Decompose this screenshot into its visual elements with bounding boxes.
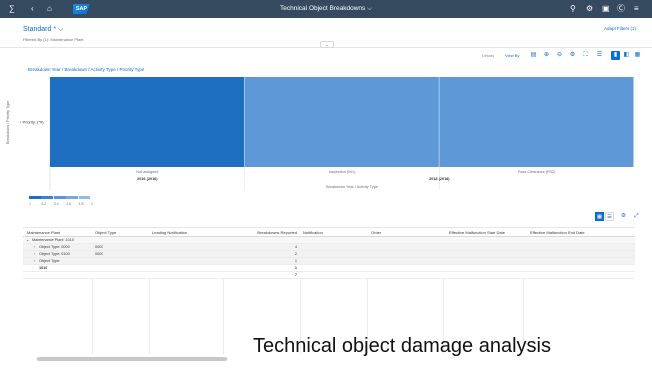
- col-malfunction-end[interactable]: Effective Malfunction End Date: [530, 228, 585, 237]
- adapt-filters-button[interactable]: Adapt Filters (1): [604, 26, 636, 31]
- menu-icon[interactable]: ≡: [634, 3, 639, 15]
- col-leading-notification[interactable]: Leading Notification: [152, 228, 187, 237]
- legend-swatch: [53, 196, 66, 199]
- subtotal-row: 1010 1: [23, 265, 635, 272]
- table-toolbar: ▦ ☰ ⚙ ⤢: [0, 210, 652, 222]
- table-row[interactable]: › Object Type: 0100 0000 2: [23, 251, 635, 258]
- legend-swatch: [78, 196, 91, 199]
- chart-toolbar: Details View By ▤ ⊕ ⊖ ⚙ ⛶ ☰ ▮ ◧ ▦: [0, 48, 652, 62]
- legend-color-scale: [29, 196, 91, 199]
- heatmap-chart: Breakdown / Priority Type ‹ Priority: (*#…: [0, 75, 652, 200]
- year-group-label: 2016 (2016): [137, 177, 158, 181]
- object-type-value: 0000: [95, 245, 104, 249]
- col-malfunction-start[interactable]: Effective Malfunction Start Date: [449, 228, 505, 237]
- x-axis-label: Breakdown Year / Activity Type: [326, 185, 378, 189]
- filter-summary: Filtered By (1): Maintenance Plant: [23, 37, 84, 42]
- horizontal-scrollbar[interactable]: [37, 357, 227, 361]
- table-row[interactable]: › Object Type: 1: [23, 258, 635, 265]
- breakdowns-count: 4: [294, 245, 297, 249]
- col-order[interactable]: Order: [371, 228, 381, 237]
- legend-swatch: [29, 196, 41, 199]
- object-type-value: 0000: [95, 252, 104, 256]
- table-settings-icon[interactable]: ⚙: [619, 212, 628, 221]
- legend-swatch: [41, 196, 54, 199]
- heat-cell: [244, 77, 439, 167]
- drilldown-breadcrumb[interactable]: Breakdown Year / Breakdown / Activity Ty…: [28, 67, 144, 72]
- col-maintenance-plant[interactable]: Maintenance Plant: [27, 228, 60, 237]
- variant-header: Standard * ⌵ Filtered By (1): Maintenanc…: [0, 18, 652, 48]
- category-tick-label: Not assigned: [136, 170, 158, 174]
- expand-icon[interactable]: ⌄: [26, 237, 29, 244]
- combined-view-icon[interactable]: ◧: [622, 51, 631, 60]
- tree-mode-icon[interactable]: ☰: [605, 212, 614, 221]
- object-type-label: Object Type: 0000: [39, 245, 70, 249]
- subtotal-label: 1010: [39, 266, 48, 270]
- object-type-label: Object Type:: [39, 259, 61, 263]
- caption: Technical object damage analysis: [253, 335, 551, 357]
- expand-icon[interactable]: ›: [34, 244, 35, 251]
- expand-icon[interactable]: ›: [34, 251, 35, 258]
- chart-type-icon[interactable]: ▤: [529, 51, 538, 60]
- legend-label: 1.8: [78, 202, 84, 206]
- chart-view-icon[interactable]: ▮: [611, 51, 620, 60]
- settings-icon[interactable]: ⚙: [568, 51, 577, 60]
- y-axis-label: Breakdown / Priority Type: [6, 101, 10, 144]
- table-mode-icon[interactable]: ▦: [595, 212, 604, 221]
- heatmap-svg: Breakdown / Priority Type ‹ Priority: (*#…: [6, 77, 634, 191]
- grand-total-row: 7: [23, 272, 635, 279]
- row-label: ‹ Priority: (*#): [20, 120, 44, 125]
- col-notification[interactable]: Notification: [303, 228, 323, 237]
- legend-label: 4.2: [41, 202, 47, 206]
- grand-total-count: 7: [294, 273, 297, 277]
- breakdowns-count: 2: [294, 252, 297, 256]
- group-label: Maintenance Plant: 1010: [32, 238, 75, 242]
- legend-label: 2.6: [66, 202, 72, 206]
- help-icon[interactable]: Ⓒ: [617, 3, 625, 15]
- table-view-icon[interactable]: ▦: [633, 51, 642, 60]
- heat-cell: [439, 77, 634, 167]
- table-header-row: Maintenance Plant Object Type Leading No…: [23, 228, 635, 237]
- variant-selector[interactable]: Standard * ⌵: [23, 26, 63, 34]
- subtotal-count: 1: [294, 266, 297, 270]
- category-tick-label: Inspection (IN1): [329, 170, 357, 174]
- fullscreen-icon[interactable]: ⛶: [581, 51, 590, 60]
- group-row[interactable]: ⌄ Maintenance Plant: 1010: [23, 237, 635, 244]
- notifications-icon[interactable]: ▣: [602, 3, 610, 15]
- app-title[interactable]: Technical Object Breakdowns ⌵: [0, 4, 652, 14]
- heat-cell: [50, 77, 245, 167]
- view-by-button[interactable]: View By: [505, 53, 519, 58]
- object-type-label: Object Type: 0100: [39, 252, 70, 256]
- shell-bar: ∑ ‹ ⌂ SAP Technical Object Breakdowns ⌵ …: [0, 0, 652, 18]
- details-button[interactable]: Details: [482, 53, 494, 58]
- legend-swatch: [66, 196, 79, 199]
- search-icon[interactable]: ⚲: [570, 3, 576, 15]
- shell-options-icon[interactable]: ⚙: [586, 3, 593, 15]
- legend-label: 1: [91, 202, 93, 206]
- table-row[interactable]: › Object Type: 0000 0000 4: [23, 244, 635, 251]
- table-fullscreen-icon[interactable]: ⤢: [632, 212, 641, 221]
- category-tick-label: Pass Clearance (PS2): [518, 170, 556, 174]
- col-object-type[interactable]: Object Type: [95, 228, 116, 237]
- expand-icon[interactable]: ›: [34, 258, 35, 265]
- year-group-label: 2018 (2018): [429, 177, 450, 181]
- zoom-in-icon[interactable]: ⊕: [542, 51, 551, 60]
- collapse-header-button[interactable]: ⌄: [320, 41, 334, 48]
- legend-icon[interactable]: ☰: [595, 51, 604, 60]
- zoom-out-icon[interactable]: ⊖: [555, 51, 564, 60]
- legend-label: 3.4: [53, 202, 59, 206]
- col-breakdowns-reported[interactable]: Breakdowns Reported: [223, 228, 297, 237]
- legend-label: 1: [29, 202, 31, 206]
- breakdowns-count: 1: [294, 259, 297, 263]
